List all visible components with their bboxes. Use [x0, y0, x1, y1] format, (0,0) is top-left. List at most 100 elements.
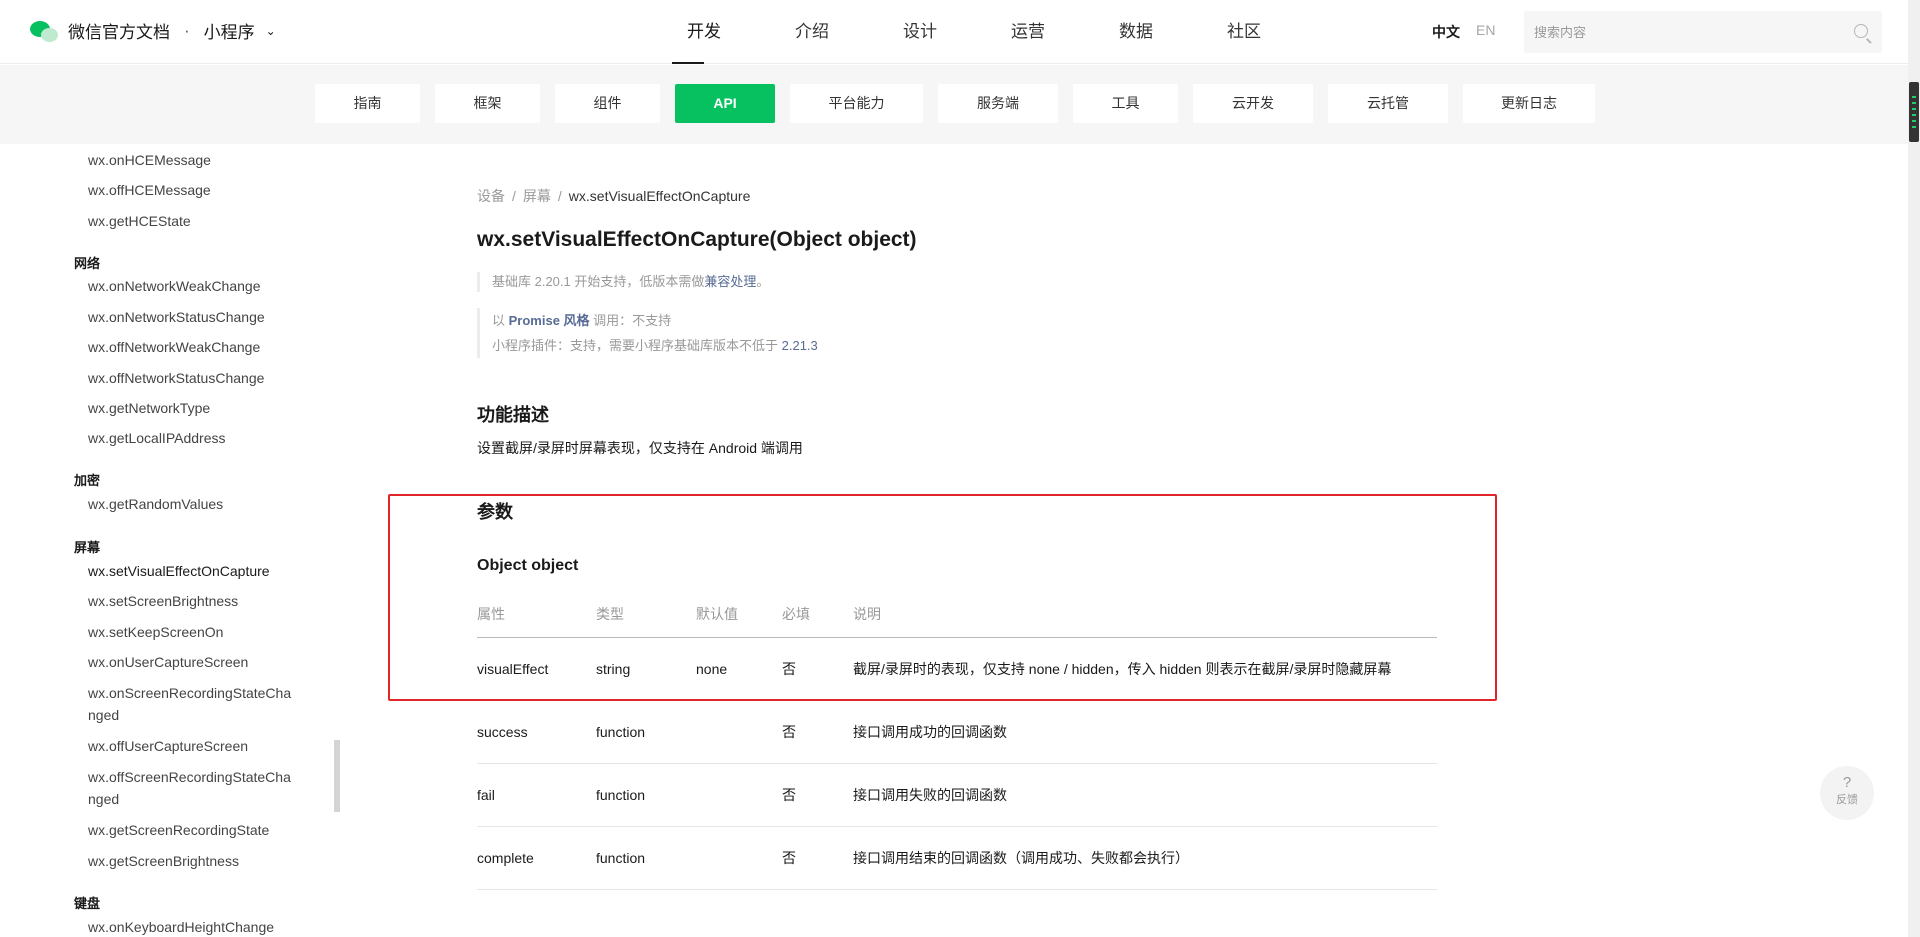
breadcrumb-item[interactable]: 设备 — [477, 188, 505, 204]
promise-style-link[interactable]: Promise 风格 — [509, 313, 590, 328]
section-title-description: 功能描述 — [477, 405, 549, 425]
subnav-item-cloud-host[interactable]: 云托管 — [1328, 84, 1448, 123]
sidebar-item[interactable]: wx.offHCEMessage — [88, 179, 308, 201]
table-header: 说明 — [853, 591, 1437, 638]
table-cell: 接口调用成功的回调函数 — [853, 700, 1437, 764]
support-note: 基础库 2.20.1 开始支持，低版本需做兼容处理。 — [477, 272, 769, 292]
breadcrumb-current: wx.setVisualEffectOnCapture — [568, 188, 751, 204]
usage-note: 以 Promise 风格 调用：不支持 小程序插件：支持，需要小程序基础库版本不… — [477, 308, 818, 358]
compat-link[interactable]: 兼容处理 — [704, 274, 756, 289]
subnav-item-components[interactable]: 组件 — [555, 84, 660, 123]
promise-note-prefix: 以 — [492, 313, 509, 328]
sidebar-item[interactable]: wx.onHCEMessage — [88, 149, 308, 171]
chevron-down-icon[interactable]: ⌄ — [266, 24, 276, 38]
brand-separator: · — [184, 20, 190, 40]
feedback-button[interactable]: ? 反馈 — [1820, 766, 1874, 820]
sidebar-item[interactable]: wx.offUserCaptureScreen — [88, 735, 308, 757]
sidebar-item[interactable]: wx.onUserCaptureScreen — [88, 651, 308, 673]
sidebar-item-line: wx.onScreenRecordingStateCha — [88, 685, 292, 701]
sidebar-item[interactable]: wx.setScreenBrightness — [88, 590, 308, 612]
table-cell: fail — [477, 763, 596, 827]
sidebar-item[interactable]: wx.setKeepScreenOn — [88, 621, 308, 643]
table-cell: function — [596, 763, 696, 827]
param-object-title: Object object — [477, 557, 579, 574]
topnav-item-design[interactable]: 设计 — [866, 0, 974, 64]
sidebar-item[interactable]: wx.getLocalIPAddress — [88, 427, 308, 449]
language-switch: 中文 EN — [1432, 22, 1495, 42]
page-scrollbar[interactable] — [1908, 0, 1920, 937]
table-row: visualEffect string none 否 截屏/录屏时的表现，仅支持… — [477, 637, 1437, 701]
table-cell — [696, 700, 782, 764]
top-nav: 开发 介绍 设计 运营 数据 社区 — [650, 0, 1298, 64]
page-scrollbar-thumb[interactable] — [1909, 82, 1919, 142]
topnav-item-community[interactable]: 社区 — [1190, 0, 1298, 64]
search-box — [1524, 11, 1882, 53]
top-header: 微信官方文档 · 小程序 ⌄ 开发 介绍 设计 运营 数据 社区 中文 EN — [0, 0, 1908, 64]
search-icon[interactable] — [1854, 24, 1868, 38]
table-cell — [696, 826, 782, 890]
table-cell: function — [596, 700, 696, 764]
table-cell: 接口调用失败的回调函数 — [853, 763, 1437, 827]
sidebar-scrollbar[interactable] — [334, 740, 340, 812]
subnav-item-framework[interactable]: 框架 — [435, 84, 540, 123]
subnav-item-guide[interactable]: 指南 — [315, 84, 420, 123]
topnav-item-operate[interactable]: 运营 — [974, 0, 1082, 64]
table-header: 默认值 — [696, 591, 782, 638]
table-header: 必填 — [782, 591, 853, 638]
brand-title: 微信官方文档 — [68, 23, 170, 42]
breadcrumb-separator: / — [557, 188, 562, 204]
sidebar-item[interactable]: wx.getScreenBrightness — [88, 850, 308, 872]
table-cell: 接口调用结束的回调函数（调用成功、失败都会执行） — [853, 826, 1437, 890]
lang-zh[interactable]: 中文 — [1432, 22, 1460, 42]
support-note-text: 基础库 2.20.1 开始支持，低版本需做 — [492, 274, 705, 289]
sidebar-item[interactable]: wx.onKeyboardHeightChange — [88, 916, 308, 937]
sidebar-item-wrapped[interactable]: wx.onScreenRecordingStateCha nged — [88, 682, 308, 726]
table-header: 类型 — [596, 591, 696, 638]
sidebar-item[interactable]: wx.onNetworkStatusChange — [88, 306, 308, 328]
params-table: 属性 类型 默认值 必填 说明 visualEffect string none… — [477, 591, 1437, 890]
table-cell: 否 — [782, 826, 853, 890]
subnav-item-cloud-dev[interactable]: 云开发 — [1193, 84, 1313, 123]
question-icon: ? — [1842, 774, 1852, 791]
sidebar-item-active[interactable]: wx.setVisualEffectOnCapture — [88, 560, 308, 582]
topnav-item-intro[interactable]: 介绍 — [758, 0, 866, 64]
topnav-item-data[interactable]: 数据 — [1082, 0, 1190, 64]
promise-note-suffix: 调用：不支持 — [589, 313, 672, 328]
plugin-version-link[interactable]: 2.21.3 — [782, 338, 818, 353]
page-title: wx.setVisualEffectOnCapture(Object objec… — [477, 228, 917, 251]
sub-nav: 指南 框架 组件 API 平台能力 服务端 工具 云开发 云托管 更新日志 — [0, 65, 1908, 144]
sidebar-group-screen: 屏幕 — [74, 540, 101, 555]
subnav-item-changelog[interactable]: 更新日志 — [1463, 84, 1595, 123]
search-input[interactable] — [1524, 11, 1824, 53]
table-header: 属性 — [477, 591, 596, 638]
topnav-item-dev[interactable]: 开发 — [650, 0, 758, 64]
sidebar-item[interactable]: wx.getNetworkType — [88, 397, 308, 419]
subnav-item-server[interactable]: 服务端 — [938, 84, 1058, 123]
brand[interactable]: 微信官方文档 · 小程序 ⌄ — [30, 18, 276, 43]
subnav-item-tools[interactable]: 工具 — [1073, 84, 1178, 123]
sidebar-item[interactable]: wx.offNetworkWeakChange — [88, 336, 308, 358]
table-row: success function 否 接口调用成功的回调函数 — [477, 700, 1437, 764]
breadcrumb-item[interactable]: 屏幕 — [523, 188, 551, 204]
support-note-suffix: 。 — [756, 274, 770, 289]
sidebar-item[interactable]: wx.getRandomValues — [88, 493, 308, 515]
breadcrumb-separator: / — [512, 188, 516, 204]
subnav-item-api[interactable]: API — [675, 84, 775, 123]
sidebar-item[interactable]: wx.onNetworkWeakChange — [88, 275, 308, 297]
brand-section-dropdown[interactable]: 小程序 — [204, 18, 255, 43]
sidebar-item[interactable]: wx.getScreenRecordingState — [88, 819, 308, 841]
table-cell: 否 — [782, 700, 853, 764]
section-title-params: 参数 — [477, 502, 513, 522]
sidebar-group-network: 网络 — [74, 256, 101, 271]
feedback-label: 反馈 — [1836, 794, 1858, 806]
sidebar-group-keyboard: 键盘 — [74, 896, 101, 911]
table-header-row: 属性 类型 默认值 必填 说明 — [477, 591, 1437, 638]
lang-en[interactable]: EN — [1476, 22, 1495, 42]
table-cell: visualEffect — [477, 637, 596, 701]
table-cell: success — [477, 700, 596, 764]
subnav-item-platform[interactable]: 平台能力 — [790, 84, 923, 123]
table-cell: complete — [477, 826, 596, 890]
sidebar-item-wrapped[interactable]: wx.offScreenRecordingStateCha nged — [88, 766, 308, 810]
sidebar-item[interactable]: wx.getHCEState — [88, 210, 308, 232]
sidebar-item[interactable]: wx.offNetworkStatusChange — [88, 367, 308, 389]
